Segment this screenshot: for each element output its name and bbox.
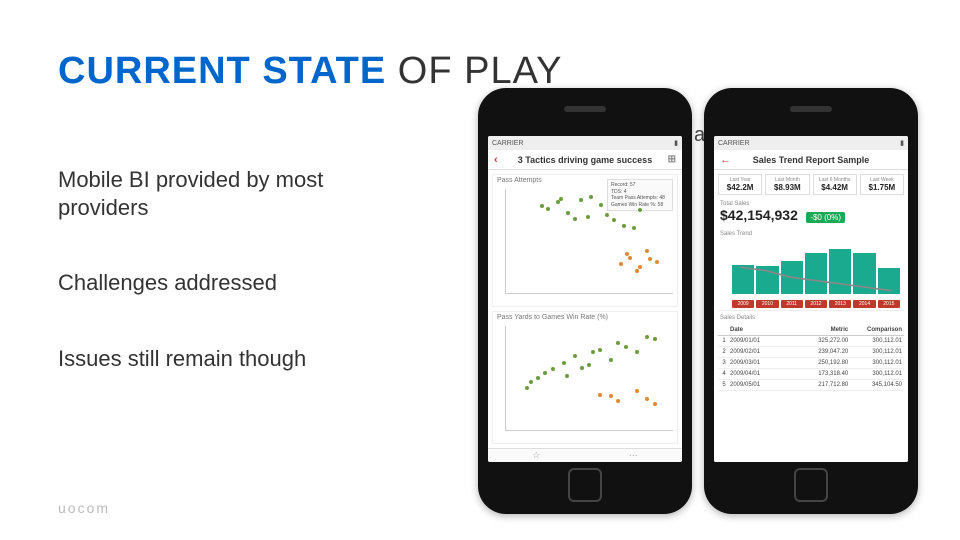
logo: uocom: [58, 500, 110, 516]
scatter-2-dots: [507, 326, 671, 429]
bullet-list: Mobile BI provided by most providers Cha…: [58, 166, 418, 420]
kpi-row: Last Year $42.2M Last Month $8.93M Last …: [718, 174, 904, 195]
title-bold: CURRENT STATE: [58, 50, 386, 92]
app-title: 3 Tactics driving game success: [518, 155, 652, 165]
title-light: OF PLAY: [386, 50, 562, 92]
trend-line: [732, 247, 900, 331]
scatter-chart-2: Pass Yards to Games Win Rate (%): [492, 311, 678, 444]
status-bar: CARRIER ▮: [714, 136, 908, 150]
bullet-1: Mobile BI provided by most providers: [58, 166, 418, 221]
total-sales: Total Sales $42,154,932 -$0 (0%): [718, 199, 904, 227]
phone-2-screen: CARRIER ▮ ← Sales Trend Report Sample La…: [714, 136, 908, 462]
table-row: 22009/02/01239,047.20300,112.01: [718, 347, 904, 358]
axis-y: [505, 189, 506, 294]
axis-y: [505, 326, 506, 431]
bullet-3: Issues still remain though: [58, 345, 418, 373]
grid-icon[interactable]: ⊞: [668, 154, 676, 165]
table-row: 12009/01/01325,272.00300,112.01: [718, 336, 904, 347]
year-2009: 2009: [732, 300, 754, 308]
kpi-2: Last Month $8.93M: [765, 174, 809, 195]
carrier-label: CARRIER: [718, 140, 750, 147]
bottom-bar: ☆ ⋯: [488, 448, 682, 462]
back-icon[interactable]: ←: [720, 154, 731, 166]
trend-chart: 2009 2010 2011 2012 2013 2014 2015: [718, 241, 904, 311]
axis-x: [505, 430, 673, 431]
th-idx: [718, 327, 730, 333]
phone-2: CARRIER ▮ ← Sales Trend Report Sample La…: [704, 88, 918, 514]
sales-table: Date Metric Comparison 12009/01/01325,27…: [718, 325, 904, 458]
table-row: 42009/04/01173,318.40300,112.01: [718, 369, 904, 380]
kpi-3-value: $4.42M: [816, 183, 854, 192]
trend-label: Sales Trend: [718, 231, 904, 237]
kpi-1: Last Year $42.2M: [718, 174, 762, 195]
year-2015: 2015: [878, 300, 900, 308]
app-title: Sales Trend Report Sample: [753, 155, 870, 165]
dots-icon[interactable]: ⋯: [629, 450, 638, 461]
star-icon[interactable]: ☆: [532, 450, 540, 461]
phone-mockups: CARRIER ▮ ‹ 3 Tactics driving game succe…: [478, 88, 918, 514]
battery-icon: ▮: [900, 139, 904, 147]
kpi-2-value: $8.93M: [768, 183, 806, 192]
status-bar: CARRIER ▮: [488, 136, 682, 150]
year-2010: 2010: [756, 300, 778, 308]
year-2014: 2014: [853, 300, 875, 308]
chart-2-title: Pass Yards to Games Win Rate (%): [493, 312, 677, 323]
scatter-chart-1: Pass Attempts Record: 57 TDS: 4 Team Pas…: [492, 174, 678, 307]
battery-icon: ▮: [674, 139, 678, 147]
year-2012: 2012: [805, 300, 827, 308]
delta-badge: -$0 (0%): [806, 212, 845, 223]
table-row: 52009/05/01217,712.80345,104.50: [718, 380, 904, 391]
kpi-1-value: $42.2M: [721, 183, 759, 192]
back-icon[interactable]: ‹: [494, 154, 498, 166]
year-labels: 2009 2010 2011 2012 2013 2014 2015: [732, 300, 900, 308]
kpi-4: Last Week $1.75M: [860, 174, 904, 195]
axis-x: [505, 293, 673, 294]
app-bar: ← Sales Trend Report Sample: [714, 150, 908, 170]
total-value: $42,154,932: [720, 207, 798, 223]
screen-body: Last Year $42.2M Last Month $8.93M Last …: [714, 170, 908, 462]
table-rows: 12009/01/01325,272.00300,112.0122009/02/…: [718, 336, 904, 391]
page-title: CURRENT STATE OF PLAY: [58, 50, 563, 93]
phone-1-screen: CARRIER ▮ ‹ 3 Tactics driving game succe…: [488, 136, 682, 462]
app-bar: ‹ 3 Tactics driving game success ⊞: [488, 150, 682, 170]
kpi-3: Last 6 Months $4.42M: [813, 174, 857, 195]
screen-body: Pass Attempts Record: 57 TDS: 4 Team Pas…: [488, 170, 682, 448]
kpi-4-value: $1.75M: [863, 183, 901, 192]
year-2011: 2011: [781, 300, 803, 308]
bullet-2: Challenges addressed: [58, 269, 418, 297]
year-2013: 2013: [829, 300, 851, 308]
phone-1: CARRIER ▮ ‹ 3 Tactics driving game succe…: [478, 88, 692, 514]
slide: CURRENT STATE OF PLAY at a a Mobile BI p…: [0, 0, 960, 540]
scatter-1-dots: [507, 189, 671, 292]
table-row: 32009/03/01250,192.80300,112.01: [718, 358, 904, 369]
carrier-label: CARRIER: [492, 140, 524, 147]
